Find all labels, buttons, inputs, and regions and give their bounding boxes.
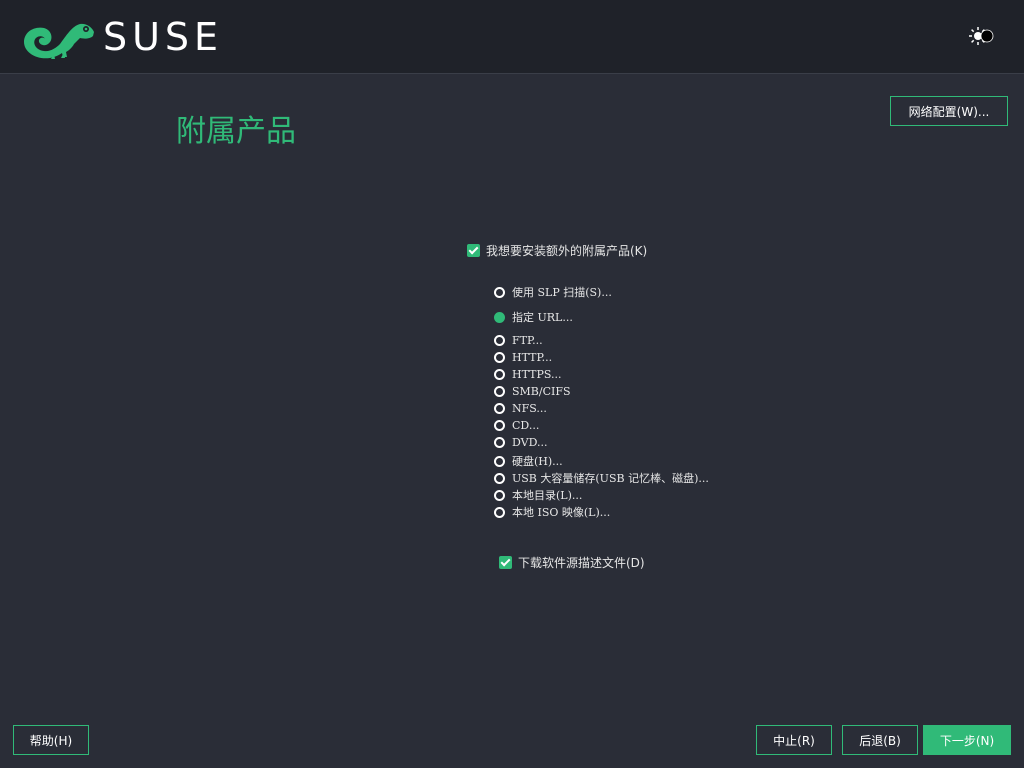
radio-selected-icon[interactable]: [494, 311, 505, 323]
radio-unselected-icon[interactable]: [494, 472, 505, 484]
radio-dvd[interactable]: DVD...: [494, 436, 548, 449]
radio-label: 使用 SLP 扫描(S)...: [512, 286, 612, 299]
radio-local-iso[interactable]: 本地 ISO 映像(L)...: [494, 504, 610, 520]
checkbox-checked-icon[interactable]: [467, 244, 480, 257]
sun-moon-toggle-icon[interactable]: [968, 26, 996, 46]
radio-unselected-icon[interactable]: [494, 286, 505, 298]
download-repo-description-checkbox[interactable]: 下载软件源描述文件(D): [499, 554, 645, 571]
install-addon-label: 我想要安装额外的附属产品(K): [486, 244, 648, 258]
help-button[interactable]: 帮助(H): [13, 725, 89, 755]
radio-unselected-icon[interactable]: [494, 437, 505, 448]
radio-label: HTTPS...: [512, 368, 562, 381]
radio-unselected-icon[interactable]: [494, 506, 505, 518]
radio-local-directory[interactable]: 本地目录(L)...: [494, 487, 582, 503]
radio-smb-cifs[interactable]: SMB/CIFS: [494, 385, 571, 398]
radio-label: 本地目录(L)...: [512, 489, 583, 502]
radio-label: DVD...: [512, 436, 548, 449]
radio-label: 指定 URL...: [512, 311, 573, 324]
radio-unselected-icon[interactable]: [494, 386, 505, 397]
network-config-button[interactable]: 网络配置(W)...: [890, 96, 1008, 126]
radio-label: 本地 ISO 映像(L)...: [512, 506, 611, 519]
radio-https[interactable]: HTTPS...: [494, 368, 562, 381]
radio-unselected-icon[interactable]: [494, 403, 505, 414]
install-addon-checkbox[interactable]: 我想要安装额外的附属产品(K): [467, 242, 647, 259]
next-button[interactable]: 下一步(N): [923, 725, 1011, 755]
radio-specify-url[interactable]: 指定 URL...: [494, 309, 573, 325]
back-button[interactable]: 后退(B): [842, 725, 918, 755]
radio-cd[interactable]: CD...: [494, 419, 539, 432]
radio-label: 硬盘(H)...: [512, 455, 563, 468]
radio-label: SMB/CIFS: [512, 385, 571, 398]
radio-label: CD...: [512, 419, 540, 432]
page-title: 附属产品: [176, 114, 296, 149]
radio-http[interactable]: HTTP...: [494, 351, 552, 364]
abort-button[interactable]: 中止(R): [756, 725, 832, 755]
radio-slp-scan[interactable]: 使用 SLP 扫描(S)...: [494, 284, 612, 300]
radio-unselected-icon[interactable]: [494, 455, 505, 467]
radio-unselected-icon[interactable]: [494, 352, 505, 363]
radio-unselected-icon[interactable]: [494, 420, 505, 431]
brand-name: SUSE: [103, 15, 224, 59]
radio-unselected-icon[interactable]: [494, 335, 505, 346]
radio-label: USB 大容量储存(USB 记忆棒、磁盘)...: [512, 472, 709, 485]
radio-nfs[interactable]: NFS...: [494, 402, 547, 415]
radio-label: FTP...: [512, 334, 543, 347]
radio-label: NFS...: [512, 402, 547, 415]
radio-unselected-icon[interactable]: [494, 369, 505, 380]
radio-label: HTTP...: [512, 351, 553, 364]
checkbox-checked-icon[interactable]: [499, 556, 512, 569]
radio-hard-disk[interactable]: 硬盘(H)...: [494, 453, 563, 469]
radio-unselected-icon[interactable]: [494, 489, 505, 501]
chameleon-logo-icon: [24, 23, 94, 59]
download-repo-description-label: 下载软件源描述文件(D): [518, 556, 645, 570]
radio-ftp[interactable]: FTP...: [494, 334, 543, 347]
top-bar: SUSE: [0, 0, 1024, 74]
radio-usb-storage[interactable]: USB 大容量储存(USB 记忆棒、磁盘)...: [494, 470, 709, 486]
